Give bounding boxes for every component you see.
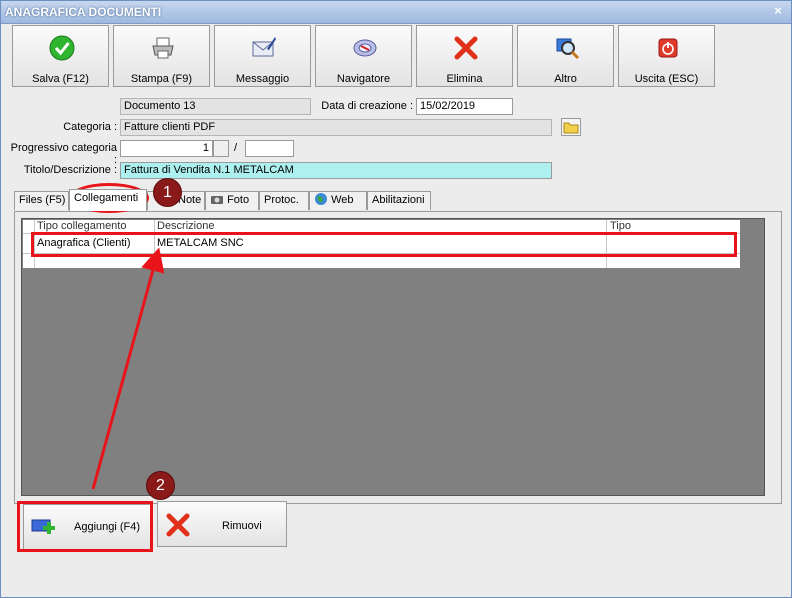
document-window: ANAGRAFICA DOCUMENTI × Salva (F12) Stamp…	[0, 0, 792, 598]
tab-collegamenti[interactable]: Collegamenti	[69, 189, 147, 211]
annotation-badge-1: 1	[153, 178, 182, 207]
annotation-badge-2: 2	[146, 471, 175, 500]
annotation-arrow	[91, 247, 165, 490]
